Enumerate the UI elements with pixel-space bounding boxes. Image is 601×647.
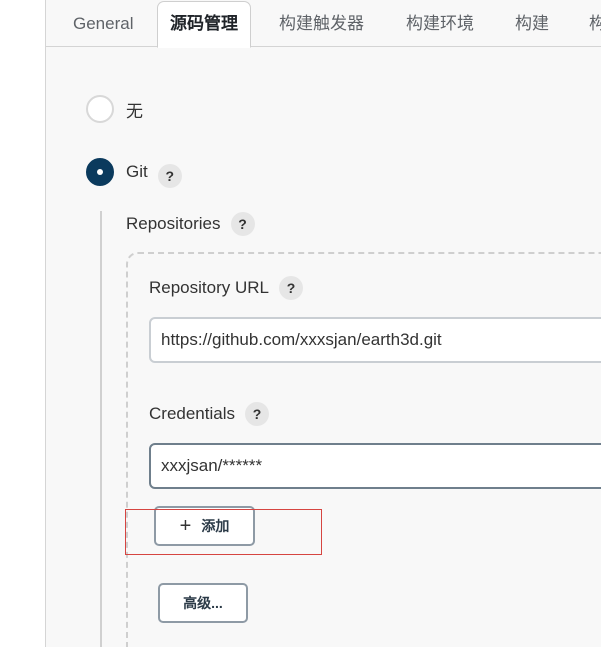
scm-option-none[interactable]: 无 [86, 95, 143, 123]
highlight-annotation-box [125, 509, 322, 555]
git-help-icon[interactable]: ? [157, 164, 182, 188]
git-section-divider [100, 211, 102, 647]
left-gutter [0, 0, 46, 647]
repositories-heading: Repositories ? [126, 212, 255, 236]
tab-build-environment[interactable]: 构建环境 [406, 0, 474, 47]
repository-url-heading: Repository URL ? [149, 276, 303, 300]
credentials-select[interactable]: xxxjsan/****** [149, 443, 601, 489]
job-config-panel: General 源码管理 构建触发器 构建环境 构建 构 无 Git ? Rep… [46, 0, 601, 647]
advanced-button[interactable]: 高级... [158, 583, 248, 623]
tab-post-build-partial[interactable]: 构 [589, 0, 601, 47]
repository-url-label: Repository URL [149, 278, 269, 297]
credentials-heading: Credentials ? [149, 402, 269, 426]
credentials-help-icon[interactable]: ? [245, 402, 269, 426]
repositories-label: Repositories [126, 214, 221, 233]
scm-option-git[interactable]: Git ? [86, 156, 182, 188]
radio-none[interactable] [86, 95, 114, 123]
tab-source-code-management[interactable]: 源码管理 [157, 1, 251, 48]
tab-general[interactable]: General [73, 0, 133, 47]
radio-none-label: 无 [126, 101, 143, 121]
radio-git[interactable] [86, 158, 114, 186]
credentials-label: Credentials [149, 404, 235, 423]
tab-build-triggers[interactable]: 构建触发器 [279, 0, 364, 47]
repositories-help-icon[interactable]: ? [230, 212, 255, 236]
repository-url-help-icon[interactable]: ? [279, 276, 303, 300]
repository-url-input[interactable]: https://github.com/xxxsjan/earth3d.git [149, 317, 601, 363]
tab-build[interactable]: 构建 [515, 0, 549, 47]
radio-git-label: Git [126, 162, 148, 181]
config-tabbar: General 源码管理 构建触发器 构建环境 构建 构 [46, 0, 601, 48]
